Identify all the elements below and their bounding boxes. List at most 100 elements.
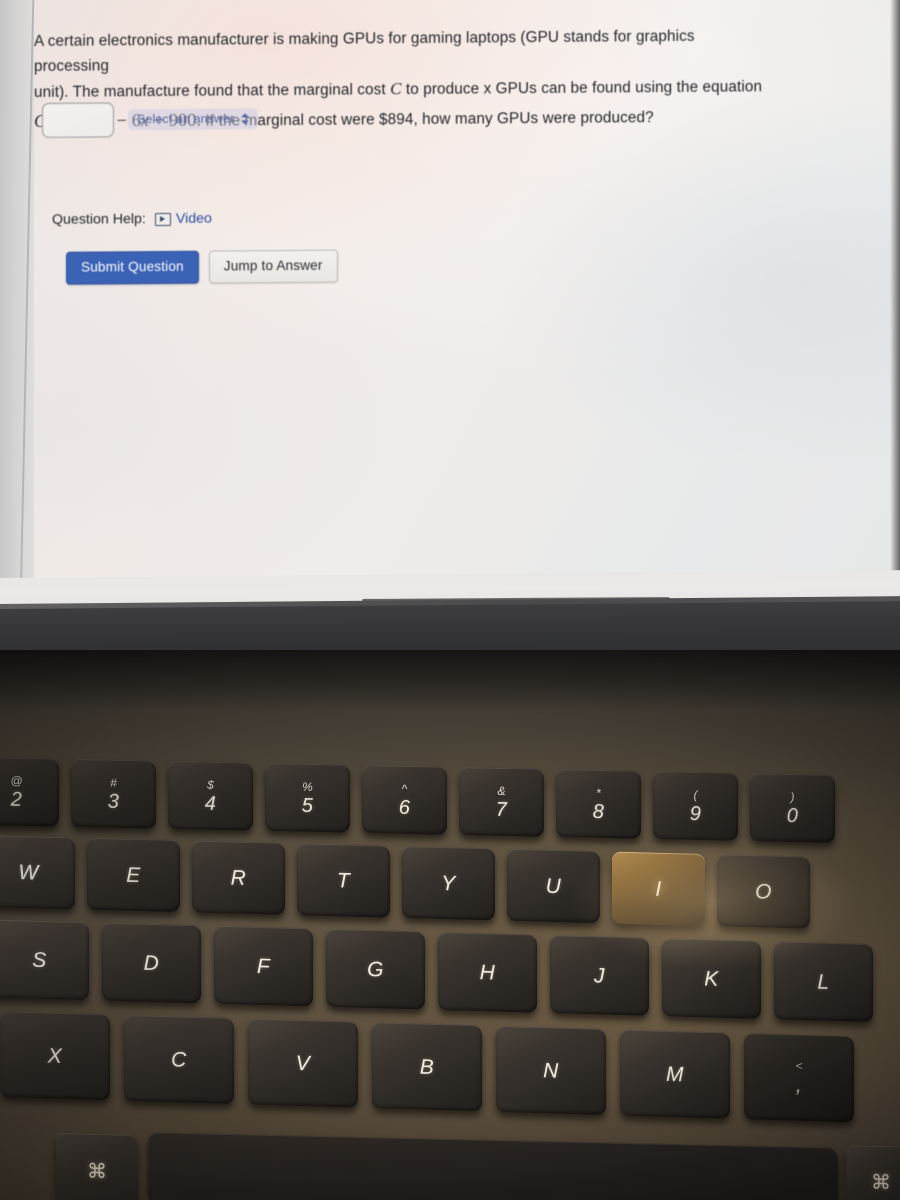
key-5[interactable]: % 5	[265, 762, 350, 833]
key-label: 2	[10, 788, 23, 811]
key-label: Y	[441, 871, 456, 895]
submit-question-button[interactable]: Submit Question	[66, 250, 199, 285]
select-an-answer-dropdown[interactable]: Select an answer	[128, 108, 259, 131]
video-help-link[interactable]: Video	[154, 210, 212, 227]
key-j[interactable]: J	[550, 935, 649, 1016]
key-shift-glyph: %	[302, 779, 313, 794]
key-label: D	[143, 951, 160, 975]
key-b[interactable]: B	[372, 1022, 482, 1112]
key-x[interactable]: X	[0, 1011, 110, 1101]
key-f[interactable]: F	[214, 925, 313, 1007]
left-command-key[interactable]: ⌘	[56, 1132, 138, 1200]
key-label: G	[367, 957, 384, 981]
key-shift-glyph: (	[693, 787, 698, 802]
key-label: 3	[107, 790, 120, 813]
key-d[interactable]: D	[102, 922, 201, 1004]
question-line-3-tail: If the marginal cost were $894, how many…	[201, 109, 654, 130]
question-line-1: A certain electronics manufacturer is ma…	[34, 28, 695, 76]
command-icon: ⌘	[871, 1171, 891, 1194]
key-label: 7	[495, 798, 508, 821]
key-s[interactable]: S	[0, 919, 89, 1001]
key-label: N	[543, 1058, 559, 1083]
key-y[interactable]: Y	[402, 846, 495, 921]
laptop-screen: A certain electronics manufacturer is ma…	[0, 0, 900, 612]
key-label: T	[336, 868, 351, 893]
key-label: V	[295, 1051, 311, 1075]
question-help-label: Question Help:	[52, 211, 146, 228]
question-help-row: Question Help: Video	[52, 211, 212, 228]
key-3[interactable]: #3	[71, 758, 156, 829]
key-c[interactable]: C	[124, 1014, 234, 1105]
key-label: B	[419, 1055, 435, 1079]
key-label: K	[704, 966, 719, 991]
key-u[interactable]: U	[507, 848, 600, 924]
question-line-2-a: unit). The manufacture found that the ma…	[34, 81, 391, 102]
key-k[interactable]: K	[662, 938, 761, 1020]
key-label: F	[256, 954, 271, 978]
select-an-answer-label: Select an answer	[137, 111, 235, 127]
key-7[interactable]: & 7	[459, 767, 544, 837]
right-command-key[interactable]: ⌘	[846, 1145, 900, 1200]
key-label: O	[755, 879, 772, 904]
key-label: J	[594, 963, 605, 988]
key-label: H	[479, 960, 496, 985]
key-label: S	[32, 948, 47, 972]
key-r[interactable]: R	[192, 840, 285, 915]
key-w[interactable]: W	[0, 835, 75, 910]
key-label: I	[655, 877, 662, 901]
key-m[interactable]: M	[620, 1029, 730, 1119]
action-button-row: Submit Question Jump to Answer	[66, 249, 338, 285]
key-8[interactable]: * 8	[556, 769, 641, 839]
key-l[interactable]: L	[774, 941, 873, 1023]
browser-page-content: A certain electronics manufacturer is ma…	[34, 0, 900, 596]
key-shift-glyph: *	[596, 785, 601, 800]
screen-left-bezel	[0, 0, 34, 608]
key-comma[interactable]: <,	[744, 1033, 854, 1123]
deck-top-shadow	[0, 650, 900, 710]
key-6[interactable]: ^ 6	[362, 764, 447, 835]
key-label: E	[126, 863, 141, 887]
key-label: L	[817, 970, 830, 994]
key-label: 4	[204, 792, 217, 815]
key-e[interactable]: E	[87, 837, 180, 913]
key-label: 0	[786, 804, 799, 827]
video-help-label: Video	[175, 210, 212, 227]
key-2[interactable]: @2	[0, 756, 59, 827]
key-label: R	[230, 866, 247, 890]
answer-row: Select an answer	[42, 101, 259, 138]
key-v[interactable]: V	[248, 1018, 358, 1108]
question-var-C: C	[390, 79, 402, 99]
key-o[interactable]: O	[717, 854, 810, 929]
key-n[interactable]: N	[496, 1025, 606, 1116]
screen-right-shadow	[890, 0, 900, 600]
key-shift-glyph: ^	[401, 781, 408, 796]
key-4[interactable]: $4	[168, 760, 253, 831]
key-shift-glyph: #	[110, 775, 117, 790]
play-video-icon	[154, 212, 171, 226]
key-label: X	[47, 1044, 63, 1068]
laptop-photo: A certain electronics manufacturer is ma…	[0, 0, 900, 1200]
key-shift-glyph: @	[10, 773, 23, 788]
answer-input[interactable]	[42, 102, 114, 138]
key-g[interactable]: G	[326, 928, 425, 1010]
key-label: W	[18, 860, 39, 884]
key-label: 8	[592, 800, 605, 823]
key-h[interactable]: H	[438, 932, 537, 1013]
key-label: ,	[795, 1073, 803, 1097]
key-t[interactable]: T	[297, 843, 390, 918]
key-shift-glyph: <	[795, 1058, 803, 1073]
key-shift-glyph: $	[207, 777, 214, 792]
jump-to-answer-button[interactable]: Jump to Answer	[208, 249, 338, 284]
updown-chevron-icon	[240, 112, 249, 125]
question-line-2-b: to produce x GPUs can be found using the…	[401, 78, 763, 99]
key-label: 6	[398, 796, 411, 819]
key-0[interactable]: ) 0	[750, 773, 835, 843]
key-shift-glyph: &	[497, 783, 506, 798]
key-label: 5	[301, 794, 314, 817]
key-i[interactable]: I	[612, 851, 705, 926]
key-label: C	[171, 1047, 187, 1072]
key-label: M	[666, 1062, 684, 1086]
key-9[interactable]: (9	[653, 771, 738, 841]
key-label: 9	[689, 802, 702, 825]
command-icon: ⌘	[87, 1160, 107, 1183]
